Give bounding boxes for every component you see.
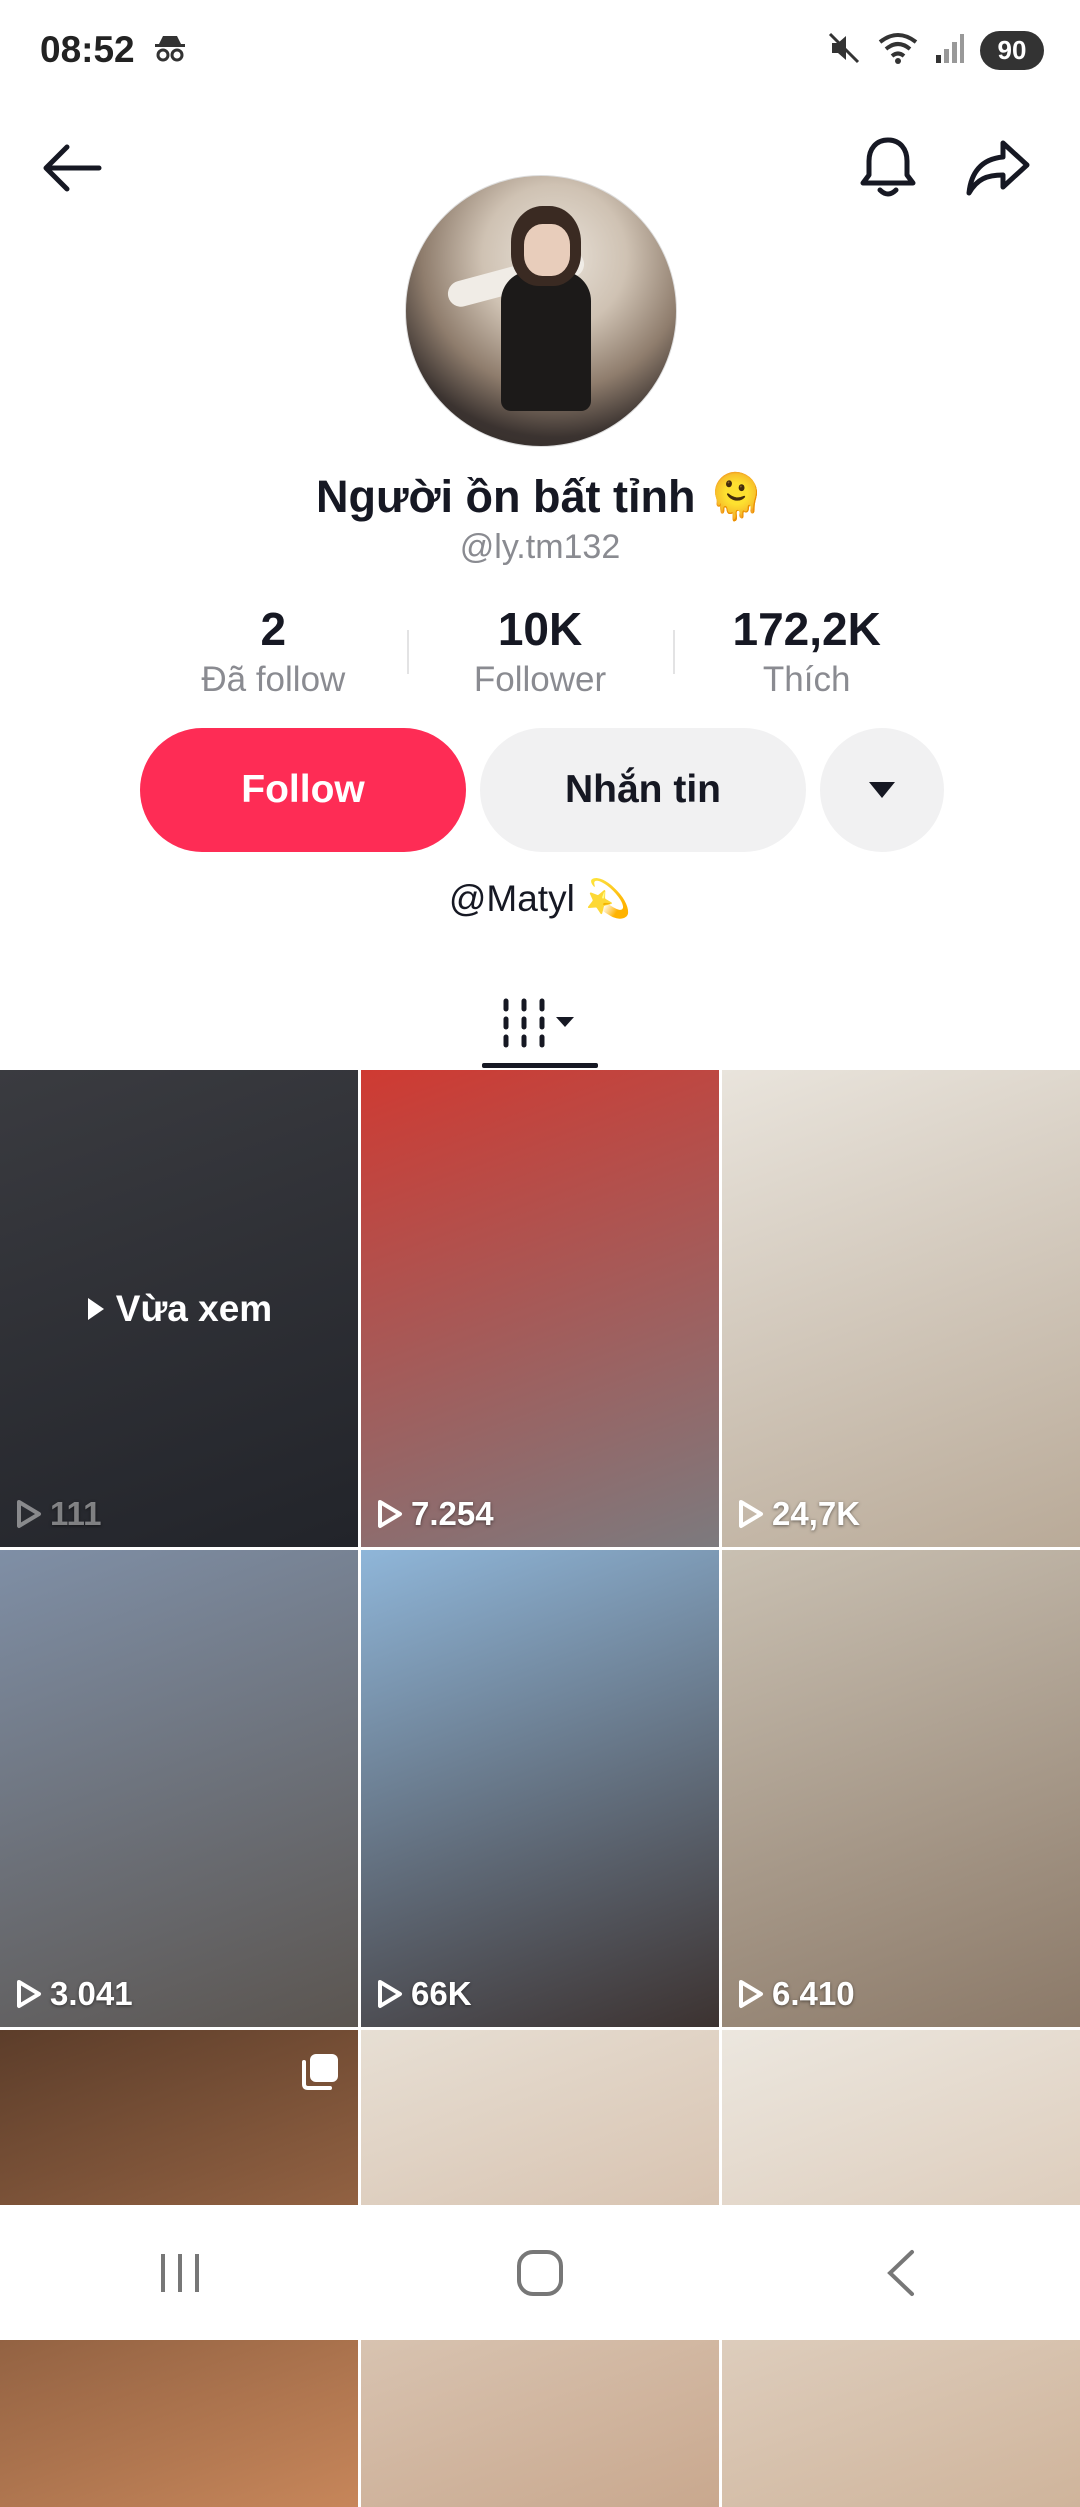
video-grid-icon (503, 998, 574, 1047)
profile-display-name: Người ồn bất tỉnh 🫠 (315, 471, 765, 522)
bell-icon (860, 137, 916, 197)
status-bar: 08:52 90 (0, 0, 1080, 100)
recent-apps-icon (161, 2253, 199, 2292)
wifi-icon (878, 32, 918, 69)
play-outline-icon (17, 1500, 41, 1528)
content-tabs (0, 975, 1080, 1070)
recently-watched-label: Vừa xem (115, 1287, 273, 1329)
view-count: 66K (377, 1975, 472, 2013)
home-button[interactable] (480, 2223, 600, 2323)
play-outline-icon (739, 1500, 763, 1528)
caret-down-icon (869, 782, 895, 798)
profile-stats: 2 Đã follow 10K Follower 172,2K Thích (140, 600, 940, 710)
stat-followers-label: Follower (473, 660, 607, 699)
system-back-button[interactable] (840, 2223, 960, 2323)
tab-videos[interactable] (482, 975, 598, 1070)
view-count: 111 (16, 1495, 101, 1533)
recent-apps-button[interactable] (120, 2223, 240, 2323)
battery-indicator: 90 (980, 30, 1044, 70)
view-count-value: 66K (411, 1975, 472, 2012)
video-thumbnail[interactable]: 24,7K (722, 1070, 1080, 1547)
profile-actions: Follow Nhắn tin (140, 728, 944, 852)
profile-handle: @ly.tm132 (459, 528, 621, 566)
play-outline-icon (739, 1980, 763, 2008)
recently-watched-overlay: Vừa xem (0, 1070, 358, 1547)
stat-followers[interactable]: 10K Follower (406, 600, 674, 710)
view-count-value: 111 (50, 1495, 102, 1532)
more-options-button[interactable] (820, 728, 944, 852)
home-icon (517, 2249, 563, 2296)
play-icon (87, 1297, 104, 1320)
profile-bio: @Matyl 💫 (448, 878, 632, 919)
back-button[interactable] (32, 128, 112, 208)
view-count-value: 7.254 (411, 1495, 494, 1532)
stat-likes-label: Thích (762, 660, 851, 699)
video-thumbnail[interactable]: Vừa xem 111 (0, 1070, 358, 1547)
chevron-left-icon (887, 2249, 914, 2296)
notification-button[interactable] (848, 128, 928, 208)
view-count-value: 24,7K (772, 1495, 861, 1532)
share-icon (966, 140, 1030, 196)
stat-likes[interactable]: 172,2K Thích (673, 600, 940, 710)
signal-icon (934, 31, 964, 70)
view-count-value: 6.410 (772, 1975, 855, 2012)
mute-icon (826, 30, 862, 71)
status-time: 08:52 (40, 29, 135, 70)
view-count-value: 3.041 (50, 1975, 133, 2012)
video-thumbnail[interactable]: 66K (361, 1550, 719, 2027)
share-button[interactable] (958, 128, 1038, 208)
video-thumbnail[interactable]: 3.041 (0, 1550, 358, 2027)
view-count: 7.254 (377, 1495, 494, 1533)
tab-active-indicator (482, 1063, 598, 1068)
stat-likes-value: 172,2K (732, 603, 881, 655)
back-arrow-icon (43, 144, 102, 192)
incognito-icon (153, 29, 187, 71)
message-button[interactable]: Nhắn tin (480, 728, 806, 852)
video-thumbnail[interactable]: 6.410 (722, 1550, 1080, 2027)
system-nav-bar (0, 2205, 1080, 2340)
view-count: 3.041 (16, 1975, 133, 2013)
stat-following-value: 2 (260, 603, 287, 655)
profile-avatar[interactable] (405, 175, 677, 447)
photo-carousel-icon (300, 2052, 340, 2097)
play-outline-icon (378, 1980, 402, 2008)
play-outline-icon (378, 1500, 402, 1528)
stat-following-label: Đã follow (201, 660, 346, 699)
play-outline-icon (17, 1980, 41, 2008)
stat-followers-value: 10K (497, 603, 583, 655)
video-thumbnail[interactable]: 7.254 (361, 1070, 719, 1547)
follow-button[interactable]: Follow (140, 728, 466, 852)
stat-following[interactable]: 2 Đã follow (140, 600, 407, 710)
view-count: 6.410 (738, 1975, 855, 2013)
view-count: 24,7K (738, 1495, 860, 1533)
